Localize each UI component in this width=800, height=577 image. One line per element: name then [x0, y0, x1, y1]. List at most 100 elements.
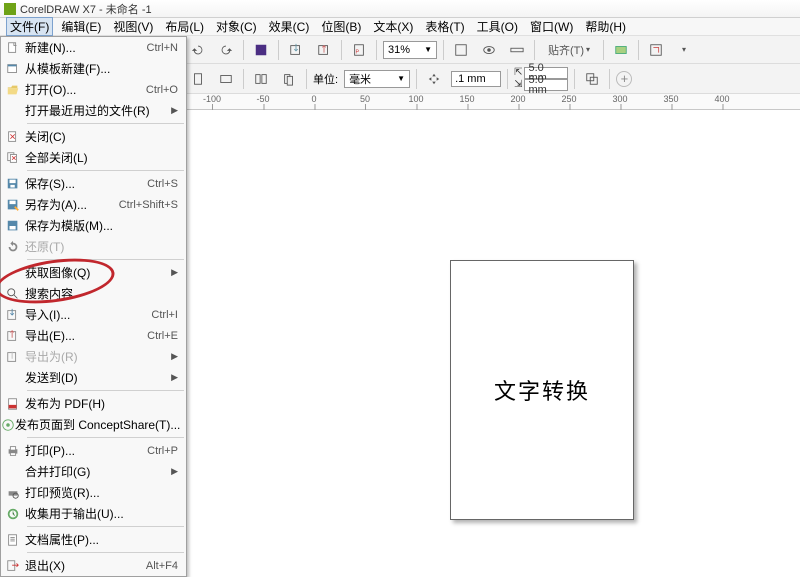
ruler-tick: -100 — [203, 94, 221, 104]
super-nudge-group: ⇱5.0 mm ⇲5.0 mm — [514, 67, 568, 91]
menuitem-另存为[interactable]: 另存为(A)...Ctrl+Shift+S — [1, 194, 186, 215]
menu-视图[interactable]: 视图(V) — [109, 18, 157, 35]
menuitem-打印[interactable]: 打印(P)...Ctrl+P — [1, 440, 186, 461]
menuitem-获取图像[interactable]: 获取图像(Q)▶ — [1, 262, 186, 283]
menu-bar: 文件(F)编辑(E)视图(V)布局(L)对象(C)效果(C)位图(B)文本(X)… — [0, 18, 800, 36]
menuitem-保存为模版[interactable]: 保存为模版(M)... — [1, 215, 186, 236]
menu-文件[interactable]: 文件(F) — [6, 17, 53, 36]
menuitem-导出为: 导出为(R)▶ — [1, 346, 186, 367]
menuitem-打印预览[interactable]: 打印预览(R)... — [1, 482, 186, 503]
menu-编辑[interactable]: 编辑(E) — [57, 18, 105, 35]
page-text: 文字转换 — [494, 374, 590, 406]
undo-button[interactable] — [187, 39, 209, 61]
super-nudge-icon: ⇱ — [514, 68, 522, 78]
menu-窗口[interactable]: 窗口(W) — [526, 18, 577, 35]
micro-nudge[interactable]: 5.0 mm — [524, 79, 568, 91]
revert-icon — [1, 240, 25, 254]
redo-button[interactable] — [215, 39, 237, 61]
import-button[interactable] — [285, 39, 307, 61]
ruler-tick: 0 — [311, 94, 316, 104]
separator — [507, 69, 508, 89]
add-preset-button[interactable]: + — [616, 71, 632, 87]
menuitem-搜索内容[interactable]: 搜索内容 — [1, 283, 186, 304]
menu-效果[interactable]: 效果(C) — [265, 18, 314, 35]
preview-icon — [1, 486, 25, 500]
print-icon — [1, 444, 25, 458]
menu-位图[interactable]: 位图(B) — [317, 18, 365, 35]
menu-工具[interactable]: 工具(O) — [473, 18, 522, 35]
submenu-arrow-icon: ▶ — [171, 372, 178, 383]
menu-布局[interactable]: 布局(L) — [161, 18, 208, 35]
menu-帮助[interactable]: 帮助(H) — [581, 18, 630, 35]
menuitem-发布为 PDF[interactable]: 发布为 PDF(H) — [1, 393, 186, 414]
separator — [574, 69, 575, 89]
nudge-icon — [423, 68, 445, 90]
options-button[interactable] — [610, 39, 632, 61]
menuitem-打开最近用过的文件[interactable]: 打开最近用过的文件(R)▶ — [1, 100, 186, 121]
current-page-button[interactable] — [278, 68, 300, 90]
search-icon — [1, 287, 25, 301]
ruler-tick: 150 — [459, 94, 474, 104]
all-pages-button[interactable] — [250, 68, 272, 90]
snap-dropdown[interactable]: 贴齐(T) ▾ — [541, 39, 597, 61]
menuitem-关闭[interactable]: 关闭(C) — [1, 126, 186, 147]
document-page[interactable]: 文字转换 — [450, 260, 634, 520]
exit-icon — [1, 559, 25, 573]
nudge-distance[interactable]: .1 mm — [451, 71, 501, 87]
submenu-arrow-icon: ▶ — [171, 351, 178, 362]
menuitem-从模板新建[interactable]: 从模板新建(F)... — [1, 58, 186, 79]
zoom-level[interactable]: 31%▼ — [383, 41, 437, 59]
menu-表格[interactable]: 表格(T) — [421, 18, 468, 35]
closeall-icon — [1, 151, 25, 165]
effects-button[interactable] — [250, 39, 272, 61]
launch-button[interactable] — [645, 39, 667, 61]
menu-文本[interactable]: 文本(X) — [369, 18, 417, 35]
file-menu: 新建(N)...Ctrl+N从模板新建(F)...打开(O)...Ctrl+O打… — [0, 36, 187, 577]
ruler-tick: 250 — [561, 94, 576, 104]
menuitem-退出[interactable]: 退出(X)Alt+F4 — [1, 555, 186, 576]
menuitem-发送到[interactable]: 发送到(D)▶ — [1, 367, 186, 388]
publish-pdf-button[interactable]: P — [348, 39, 370, 61]
menu-对象[interactable]: 对象(C) — [212, 18, 261, 35]
submenu-arrow-icon: ▶ — [171, 105, 178, 116]
menuitem-收集用于输出[interactable]: 收集用于输出(U)... — [1, 503, 186, 524]
rulers-button[interactable] — [506, 39, 528, 61]
ruler-tick: 100 — [408, 94, 423, 104]
unit-label: 单位: — [313, 71, 338, 87]
export-button[interactable] — [313, 39, 335, 61]
unit-select[interactable]: 毫米▼ — [344, 70, 410, 88]
menuitem-导入[interactable]: 导入(I)...Ctrl+I — [1, 304, 186, 325]
menuitem-导出[interactable]: 导出(E)...Ctrl+E — [1, 325, 186, 346]
title-bar: CorelDRAW X7 - 未命名 -1 — [0, 0, 800, 18]
menuitem-还原: 还原(T) — [1, 236, 186, 257]
concept-icon — [1, 418, 15, 432]
submenu-arrow-icon: ▶ — [171, 267, 178, 278]
ruler-tick: 400 — [714, 94, 729, 104]
fullscreen-button[interactable] — [450, 39, 472, 61]
import-icon — [1, 308, 25, 322]
saveas-icon — [1, 198, 25, 212]
menuitem-保存[interactable]: 保存(S)...Ctrl+S — [1, 173, 186, 194]
separator — [341, 40, 342, 60]
menuitem-新建[interactable]: 新建(N)...Ctrl+N — [1, 37, 186, 58]
menuitem-发布页面到 ConceptShare[interactable]: 发布页面到 ConceptShare(T)... — [1, 414, 186, 435]
preview-button[interactable] — [478, 39, 500, 61]
zoom-value: 31% — [388, 44, 410, 56]
svg-text:P: P — [356, 49, 360, 55]
portrait-button[interactable] — [187, 68, 209, 90]
open-icon — [1, 83, 25, 97]
save-icon — [1, 177, 25, 191]
separator — [638, 40, 639, 60]
window-title: CorelDRAW X7 - 未命名 -1 — [20, 1, 152, 17]
separator — [243, 40, 244, 60]
landscape-button[interactable] — [215, 68, 237, 90]
separator — [609, 69, 610, 89]
menuitem-全部关闭[interactable]: 全部关闭(L) — [1, 147, 186, 168]
menuitem-合并打印[interactable]: 合并打印(G)▶ — [1, 461, 186, 482]
menuitem-打开[interactable]: 打开(O)...Ctrl+O — [1, 79, 186, 100]
submenu-arrow-icon: ▶ — [171, 466, 178, 477]
dropdown-icon[interactable]: ▾ — [673, 39, 695, 61]
pdf-icon — [1, 397, 25, 411]
menuitem-文档属性[interactable]: 文档属性(P)... — [1, 529, 186, 550]
duplicate-distance-button[interactable] — [581, 68, 603, 90]
